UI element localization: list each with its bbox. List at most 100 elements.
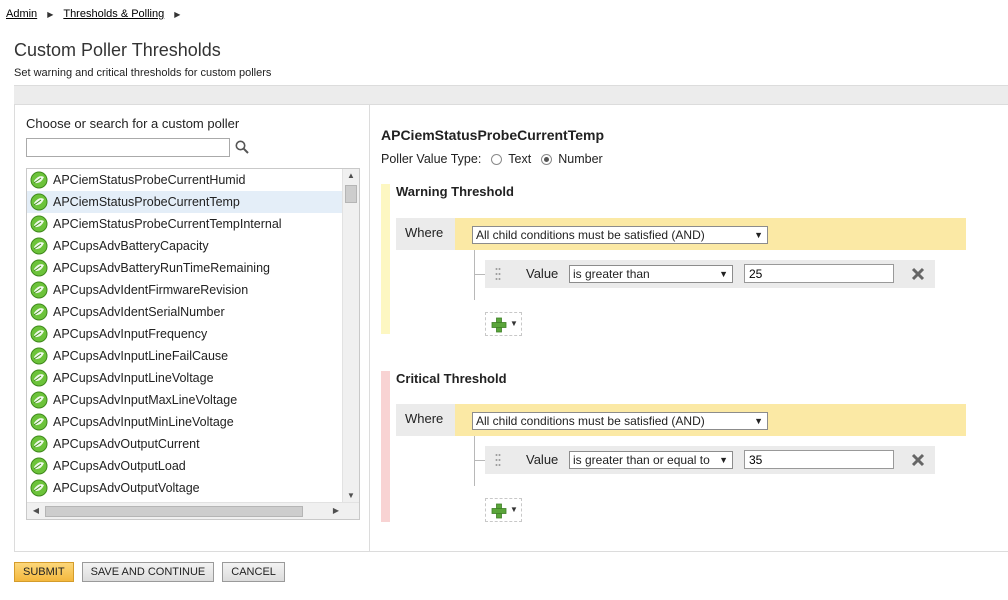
warning-field-label: Value <box>526 266 559 281</box>
poller-list-item-label: APCupsAdvIdentFirmwareRevision <box>53 283 249 297</box>
poller-search-input[interactable] <box>26 138 230 157</box>
plus-icon <box>491 503 507 519</box>
chevron-down-icon: ▼ <box>719 455 728 465</box>
page-title: Custom Poller Thresholds <box>14 40 221 60</box>
save-and-continue-button[interactable]: Save and Continue <box>81 562 215 582</box>
poller-list-item[interactable]: APCupsAdvInputLineFailCause <box>27 345 343 367</box>
poller-list-item[interactable]: APCupsAdvBatteryRunTimeRemaining <box>27 257 343 279</box>
warning-tree-line <box>474 250 475 300</box>
warning-condition-row: Value is greater than ▼ <box>485 260 935 288</box>
critical-operator-select[interactable]: is greater than or equal to ▼ <box>569 451 733 469</box>
poller-list-item[interactable]: APCupsAdvBatteryCapacity <box>27 235 343 257</box>
poller-leaf-icon <box>30 347 48 365</box>
warning-threshold-title: Warning Threshold <box>396 184 514 199</box>
breadcrumb-separator-icon: ▶ <box>47 9 54 19</box>
scroll-left-icon[interactable]: ◀ <box>29 503 43 519</box>
poller-list-item[interactable]: APCupsAdvIdentFirmwareRevision <box>27 279 343 301</box>
chevron-down-icon: ▼ <box>754 230 763 240</box>
poller-list-item[interactable]: APCupsAdvInputMinLineVoltage <box>27 411 343 433</box>
critical-add-condition-button[interactable]: ▼ <box>485 498 522 522</box>
search-icon[interactable] <box>234 139 250 155</box>
poller-list-item-label: APCupsAdvBatteryRunTimeRemaining <box>53 261 270 275</box>
breadcrumb-thresholds-link[interactable]: Thresholds & Polling <box>63 8 164 20</box>
horizontal-scrollbar[interactable]: ◀ ▶ <box>27 502 359 519</box>
value-type-number-radio[interactable] <box>541 153 553 165</box>
warning-value-input[interactable] <box>744 264 894 283</box>
critical-condition-group: All child conditions must be satisfied (… <box>455 404 966 436</box>
critical-condition-mode-select[interactable]: All child conditions must be satisfied (… <box>472 412 768 430</box>
form-actions: Submit Save and Continue Cancel <box>14 562 285 582</box>
vertical-scroll-thumb[interactable] <box>345 185 357 203</box>
poller-leaf-icon <box>30 435 48 453</box>
poller-list-item[interactable]: APCupsAdvOutputVoltage <box>27 477 343 499</box>
horizontal-scroll-thumb[interactable] <box>45 506 303 517</box>
poller-list-item-label: APCupsAdvInputMinLineVoltage <box>53 415 234 429</box>
poller-leaf-icon <box>30 391 48 409</box>
critical-stripe <box>381 371 390 522</box>
poller-list-item[interactable]: APCupsAdvInputFrequency <box>27 323 343 345</box>
poller-list-item-label: APCupsAdvInputMaxLineVoltage <box>53 393 238 407</box>
poller-list-item-label: APCupsAdvIdentSerialNumber <box>53 305 225 319</box>
cancel-button[interactable]: Cancel <box>222 562 285 582</box>
warning-threshold-section: Warning Threshold Where All child condit… <box>381 184 981 336</box>
scroll-up-icon[interactable]: ▲ <box>343 169 359 183</box>
breadcrumb-admin-link[interactable]: Admin <box>6 8 37 20</box>
poller-list-item[interactable]: APCupsAdvInputMaxLineVoltage <box>27 389 343 411</box>
poller-list-item-label: APCupsAdvOutputCurrent <box>53 437 200 451</box>
poller-list-item-label: APCupsAdvOutputVoltage <box>53 481 200 495</box>
poller-leaf-icon <box>30 215 48 233</box>
poller-leaf-icon <box>30 369 48 387</box>
poller-leaf-icon <box>30 237 48 255</box>
poller-leaf-icon <box>30 171 48 189</box>
chevron-down-icon: ▼ <box>754 416 763 426</box>
warning-stripe <box>381 184 390 334</box>
poller-list-item[interactable]: APCupsAdvIdentSerialNumber <box>27 301 343 323</box>
poller-list-item-label: APCiemStatusProbeCurrentTempInternal <box>53 217 282 231</box>
chevron-down-icon: ▼ <box>510 319 518 328</box>
poller-list-item-label: APCiemStatusProbeCurrentTemp <box>53 195 240 209</box>
critical-value-input[interactable] <box>744 450 894 469</box>
poller-list-item-label: APCupsAdvOutputLoad <box>53 459 186 473</box>
close-icon[interactable] <box>910 452 926 468</box>
thresholds-panel: Choose or search for a custom poller APC… <box>14 105 1008 552</box>
warning-condition-mode-select[interactable]: All child conditions must be satisfied (… <box>472 226 768 244</box>
poller-leaf-icon <box>30 413 48 431</box>
critical-threshold-title: Critical Threshold <box>396 371 507 386</box>
breadcrumb-separator-icon: ▶ <box>174 9 181 19</box>
chevron-down-icon: ▼ <box>719 269 728 279</box>
scroll-down-icon[interactable]: ▼ <box>343 489 359 503</box>
poller-list-item-label: APCupsAdvBatteryCapacity <box>53 239 209 253</box>
drag-handle-icon[interactable] <box>495 453 501 467</box>
choose-poller-label: Choose or search for a custom poller <box>26 116 240 131</box>
warning-condition-group: All child conditions must be satisfied (… <box>455 218 966 250</box>
poller-list-item[interactable]: APCupsAdvInputLineVoltage <box>27 367 343 389</box>
poller-list-item[interactable]: APCupsAdvOutputCurrent <box>27 433 343 455</box>
chevron-down-icon: ▼ <box>510 505 518 514</box>
poller-leaf-icon <box>30 259 48 277</box>
poller-listbox[interactable]: APCiemStatusProbeCurrentHumid APCiemStatu… <box>26 168 360 520</box>
critical-threshold-section: Critical Threshold Where All child condi… <box>381 371 981 522</box>
selected-poller-name: APCiemStatusProbeCurrentTemp <box>381 127 605 143</box>
scroll-right-icon[interactable]: ▶ <box>329 503 343 519</box>
value-type-text-radio[interactable] <box>491 153 503 165</box>
value-type-text-label[interactable]: Text <box>508 152 531 166</box>
poller-list-item[interactable]: APCiemStatusProbeCurrentTemp <box>27 191 343 213</box>
critical-tree-line <box>474 436 475 486</box>
poller-leaf-icon <box>30 281 48 299</box>
value-type-number-label[interactable]: Number <box>558 152 602 166</box>
warning-add-condition-button[interactable]: ▼ <box>485 312 522 336</box>
warning-operator-select[interactable]: is greater than ▼ <box>569 265 733 283</box>
poller-list-item-label: APCupsAdvInputLineFailCause <box>53 349 229 363</box>
vertical-scrollbar[interactable]: ▲ ▼ <box>342 169 359 503</box>
drag-handle-icon[interactable] <box>495 267 501 281</box>
critical-where-label: Where <box>396 404 455 436</box>
poller-list-item[interactable]: APCupsAdvOutputLoad <box>27 455 343 477</box>
submit-button[interactable]: Submit <box>14 562 74 582</box>
poller-leaf-icon <box>30 325 48 343</box>
critical-condition-row: Value is greater than or equal to ▼ <box>485 446 935 474</box>
poller-list-item-label: APCiemStatusProbeCurrentHumid <box>53 173 246 187</box>
close-icon[interactable] <box>910 266 926 282</box>
poller-leaf-icon <box>30 193 48 211</box>
poller-list-item[interactable]: APCiemStatusProbeCurrentTempInternal <box>27 213 343 235</box>
poller-list-item[interactable]: APCiemStatusProbeCurrentHumid <box>27 169 343 191</box>
